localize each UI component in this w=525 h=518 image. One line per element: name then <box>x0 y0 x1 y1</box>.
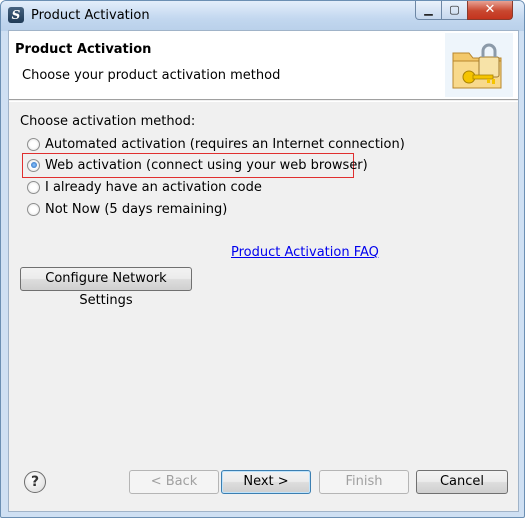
app-logo-icon: S <box>8 7 24 23</box>
maximize-button[interactable]: ▢ <box>441 1 468 20</box>
radio-label: I already have an activation code <box>45 179 262 195</box>
radio-button[interactable] <box>27 202 40 216</box>
radio-button-checked[interactable] <box>27 158 40 172</box>
product-activation-window: S Product Activation ▁ ▢ ✕ Product Activ… <box>0 0 525 518</box>
radio-not-now[interactable]: Not Now (5 days remaining) <box>27 200 227 218</box>
activation-faq-link[interactable]: Product Activation FAQ <box>231 245 379 260</box>
page-title: Product Activation <box>15 42 152 57</box>
close-button[interactable]: ✕ <box>467 1 513 20</box>
activation-method-label: Choose activation method: <box>20 114 196 129</box>
back-button[interactable]: < Back <box>129 470 219 494</box>
radio-automated-activation[interactable]: Automated activation (requires an Intern… <box>27 135 405 153</box>
title-bar[interactable]: S Product Activation ▁ ▢ ✕ <box>1 1 524 31</box>
page-subtitle: Choose your product activation method <box>22 68 281 83</box>
help-icon[interactable]: ? <box>24 471 46 493</box>
cancel-button[interactable]: Cancel <box>416 470 508 494</box>
folder-lock-key-icon <box>445 33 513 97</box>
minimize-button[interactable]: ▁ <box>415 1 442 20</box>
radio-web-activation[interactable]: Web activation (connect using your web b… <box>27 156 368 174</box>
radio-button[interactable] <box>27 180 40 194</box>
radio-button[interactable] <box>27 137 40 151</box>
dialog-body: Product Activation Choose your product a… <box>8 30 519 512</box>
dialog-header: Product Activation Choose your product a… <box>9 31 518 100</box>
configure-network-settings-button[interactable]: Configure Network Settings <box>20 267 192 308</box>
window-title: Product Activation <box>31 8 150 23</box>
header-divider <box>9 101 518 102</box>
radio-label: Automated activation (requires an Intern… <box>45 136 405 152</box>
next-button[interactable]: Next > <box>221 470 311 494</box>
finish-button[interactable]: Finish <box>319 470 409 494</box>
radio-activation-code[interactable]: I already have an activation code <box>27 178 262 196</box>
radio-label: Web activation (connect using your web b… <box>45 157 368 173</box>
radio-label: Not Now (5 days remaining) <box>45 201 228 217</box>
